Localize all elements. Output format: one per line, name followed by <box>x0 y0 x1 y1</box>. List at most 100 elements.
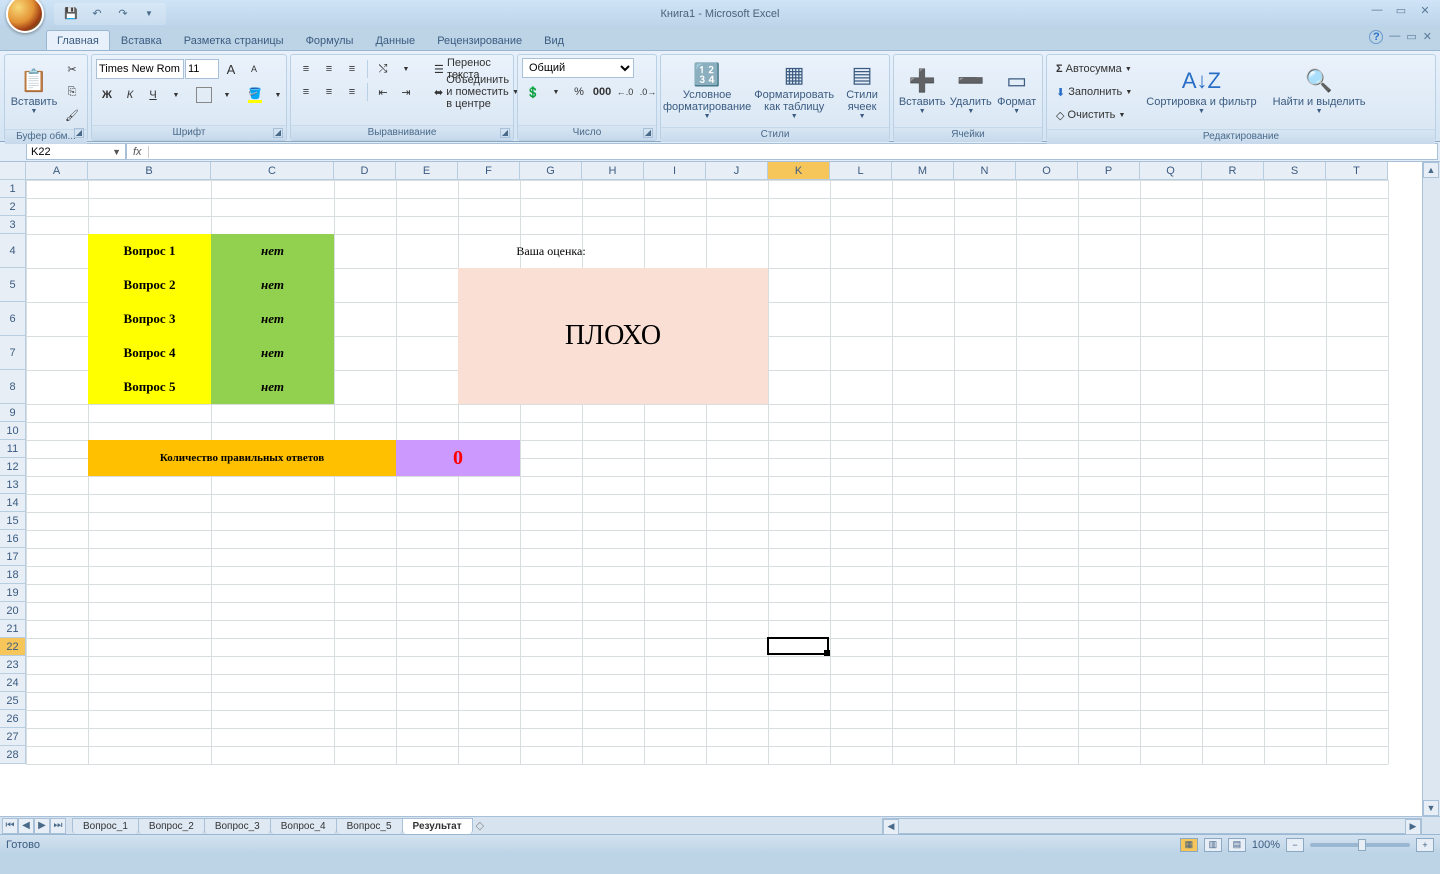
col-header-D[interactable]: D <box>334 162 396 180</box>
formula-input[interactable] <box>149 146 1437 158</box>
row-header-23[interactable]: 23 <box>0 656 26 674</box>
col-header-F[interactable]: F <box>458 162 520 180</box>
col-header-K[interactable]: K <box>768 162 830 180</box>
align-top-button[interactable]: ≡ <box>295 58 317 80</box>
scroll-down-icon[interactable]: ▼ <box>1423 800 1439 816</box>
tab-insert[interactable]: Вставка <box>110 30 173 50</box>
mdi-minimize-icon[interactable]: — <box>1389 30 1400 44</box>
indent-dec-button[interactable]: ⇤ <box>372 81 394 103</box>
cell-rating-value[interactable]: ПЛОХО <box>458 268 768 404</box>
tab-home[interactable]: Главная <box>46 30 110 50</box>
row-header-16[interactable]: 16 <box>0 530 26 548</box>
percent-button[interactable]: % <box>568 81 590 103</box>
col-header-N[interactable]: N <box>954 162 1016 180</box>
font-size-select[interactable] <box>185 59 219 79</box>
col-header-E[interactable]: E <box>396 162 458 180</box>
row-header-13[interactable]: 13 <box>0 476 26 494</box>
cell-styles-button[interactable]: ▤Стили ячеек▼ <box>839 58 885 124</box>
cell-count-value[interactable]: 0 <box>396 440 520 476</box>
row-header-12[interactable]: 12 <box>0 458 26 476</box>
currency-button[interactable]: 💲 <box>522 81 544 103</box>
tab-layout[interactable]: Разметка страницы <box>173 30 295 50</box>
undo-icon[interactable]: ↶ <box>86 6 108 22</box>
format-painter-button[interactable]: 🖌 <box>61 104 83 126</box>
help-icon[interactable]: ? <box>1369 30 1383 44</box>
namebox-dropdown-icon[interactable]: ▼ <box>112 147 121 157</box>
col-header-P[interactable]: P <box>1078 162 1140 180</box>
tab-review[interactable]: Рецензирование <box>426 30 533 50</box>
row-header-5[interactable]: 5 <box>0 268 26 302</box>
align-center-button[interactable]: ≡ <box>318 81 340 103</box>
mdi-restore-icon[interactable]: ▭ <box>1406 30 1416 44</box>
row-header-24[interactable]: 24 <box>0 674 26 692</box>
row-header-10[interactable]: 10 <box>0 422 26 440</box>
worksheet-grid[interactable]: 1234567891011121314151617181920212223242… <box>0 162 1440 816</box>
cell-c4[interactable]: нет <box>211 234 334 268</box>
row-header-28[interactable]: 28 <box>0 746 26 764</box>
insert-button[interactable]: ➕Вставить▼ <box>898 58 946 124</box>
orient-more-icon[interactable]: ▼ <box>395 58 417 80</box>
row-header-11[interactable]: 11 <box>0 440 26 458</box>
tab-formulas[interactable]: Формулы <box>295 30 365 50</box>
row-header-18[interactable]: 18 <box>0 566 26 584</box>
col-header-Q[interactable]: Q <box>1140 162 1202 180</box>
row-header-17[interactable]: 17 <box>0 548 26 566</box>
row-header-9[interactable]: 9 <box>0 404 26 422</box>
conditional-format-button[interactable]: 🔢Условное форматирование▼ <box>665 58 749 124</box>
col-header-R[interactable]: R <box>1202 162 1264 180</box>
name-box[interactable]: ▼ <box>26 143 126 160</box>
col-header-G[interactable]: G <box>520 162 582 180</box>
sheet-tab-Вопрос_4[interactable]: Вопрос_4 <box>270 818 337 834</box>
font-name-select[interactable] <box>96 59 184 79</box>
orientation-button[interactable]: ⤭ <box>372 58 394 80</box>
border-button[interactable] <box>193 84 215 106</box>
row-header-3[interactable]: 3 <box>0 216 26 234</box>
restore-icon[interactable]: ▭ <box>1392 4 1410 17</box>
cell-c5[interactable]: нет <box>211 268 334 302</box>
currency-more-icon[interactable]: ▼ <box>545 81 567 103</box>
align-dialog-icon[interactable]: ◢ <box>500 128 510 138</box>
number-format-select[interactable]: Общий <box>522 58 634 78</box>
close-icon[interactable]: ✕ <box>1416 4 1434 17</box>
sheet-nav-prev-icon[interactable]: ◀ <box>18 818 34 834</box>
bold-button[interactable]: Ж <box>96 84 118 106</box>
clipboard-dialog-icon[interactable]: ◢ <box>74 128 84 138</box>
find-select-button[interactable]: 🔍Найти и выделить▼ <box>1266 58 1373 124</box>
font-dialog-icon[interactable]: ◢ <box>273 128 283 138</box>
tab-view[interactable]: Вид <box>533 30 575 50</box>
col-header-H[interactable]: H <box>582 162 644 180</box>
row-header-1[interactable]: 1 <box>0 180 26 198</box>
mdi-close-icon[interactable]: ✕ <box>1423 30 1432 44</box>
new-sheet-icon[interactable]: ◇ <box>476 819 484 832</box>
scroll-up-icon[interactable]: ▲ <box>1423 162 1439 178</box>
format-button[interactable]: ▭Формат▼ <box>995 58 1038 124</box>
col-header-O[interactable]: O <box>1016 162 1078 180</box>
redo-icon[interactable]: ↷ <box>112 6 134 22</box>
row-header-4[interactable]: 4 <box>0 234 26 268</box>
horizontal-scrollbar[interactable]: ◀ ▶ <box>882 818 1422 834</box>
cell-b8[interactable]: Вопрос 5 <box>88 370 211 404</box>
row-header-21[interactable]: 21 <box>0 620 26 638</box>
cell-b7[interactable]: Вопрос 4 <box>88 336 211 370</box>
sheet-tab-Вопрос_3[interactable]: Вопрос_3 <box>204 818 271 834</box>
border-more-icon[interactable]: ▼ <box>216 84 238 106</box>
cell-c7[interactable]: нет <box>211 336 334 370</box>
cell-b4[interactable]: Вопрос 1 <box>88 234 211 268</box>
underline-button[interactable]: Ч <box>142 84 164 106</box>
row-header-22[interactable]: 22 <box>0 638 26 656</box>
view-pagebreak-button[interactable]: ▤ <box>1228 838 1246 852</box>
sheet-tab-Вопрос_2[interactable]: Вопрос_2 <box>138 818 205 834</box>
col-header-A[interactable]: A <box>26 162 88 180</box>
cell-rating-label[interactable]: Ваша оценка: <box>458 234 644 268</box>
row-header-19[interactable]: 19 <box>0 584 26 602</box>
fill-color-button[interactable]: 🪣 <box>244 84 266 106</box>
shrink-font-button[interactable]: A <box>243 58 265 80</box>
col-header-C[interactable]: C <box>211 162 334 180</box>
view-normal-button[interactable]: ▦ <box>1180 838 1198 852</box>
row-header-26[interactable]: 26 <box>0 710 26 728</box>
align-right-button[interactable]: ≡ <box>341 81 363 103</box>
italic-button[interactable]: К <box>119 84 141 106</box>
dec-decimal-button[interactable]: .0→ <box>637 81 659 103</box>
col-header-J[interactable]: J <box>706 162 768 180</box>
paste-button[interactable]: 📋 Вставить▼ <box>9 58 59 124</box>
